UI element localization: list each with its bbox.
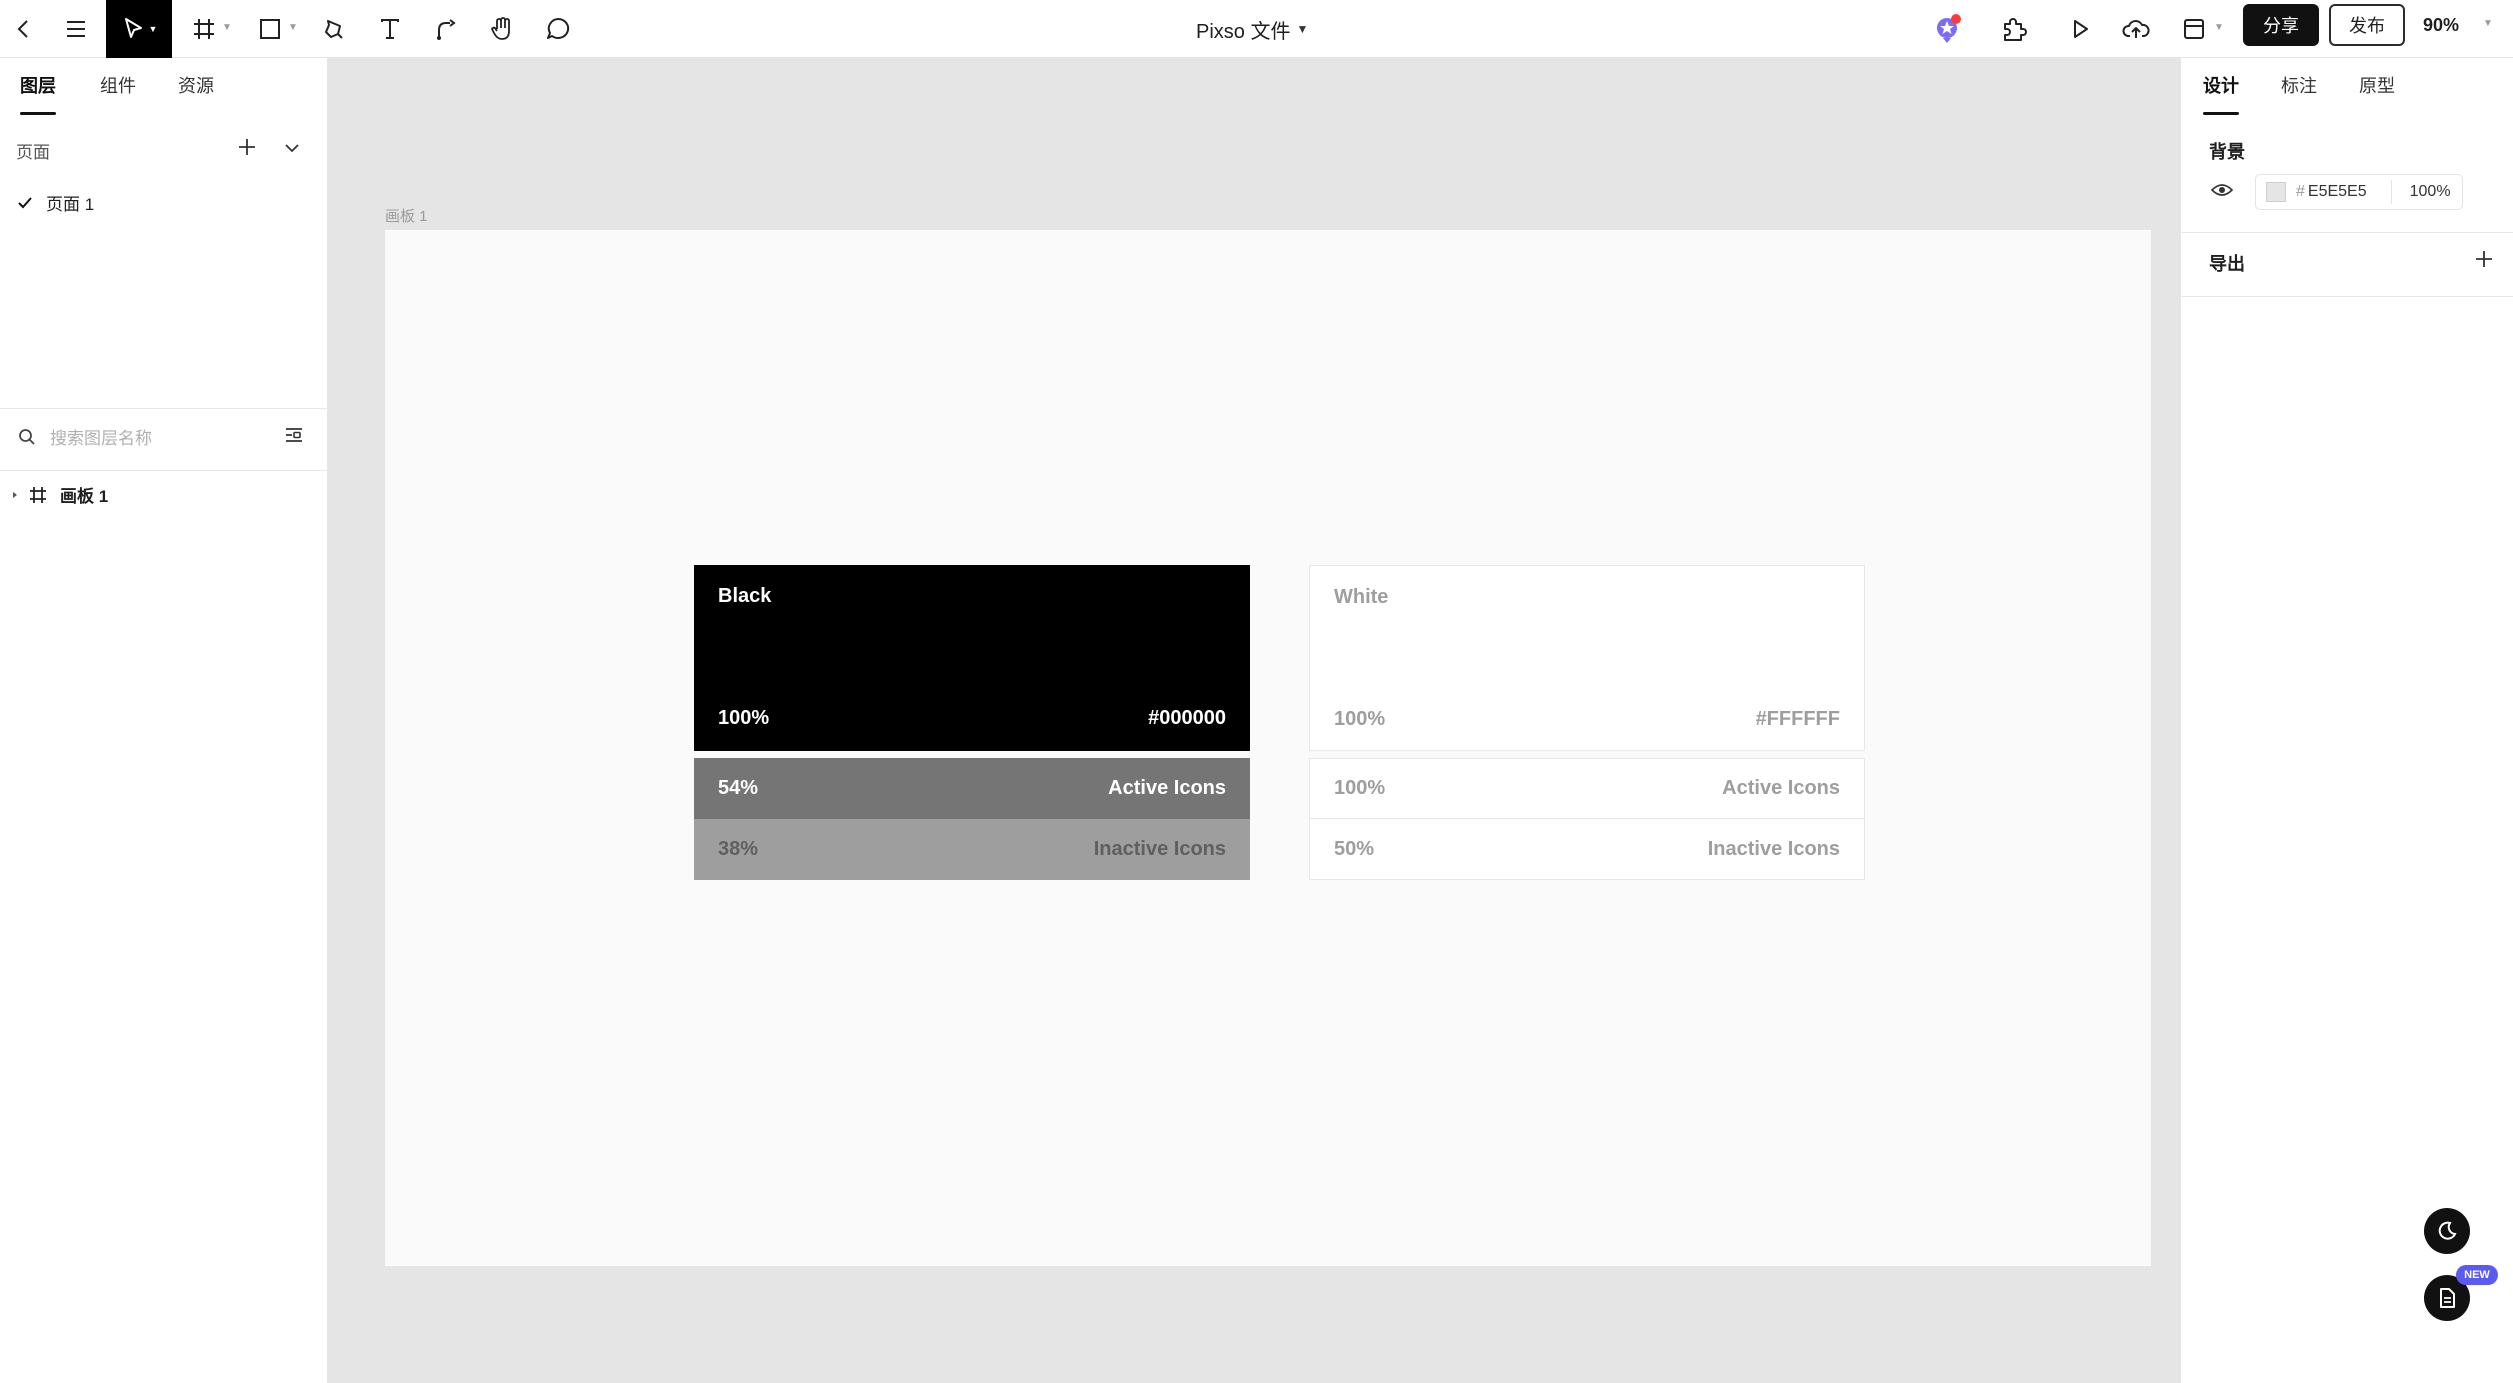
move-tool-icon bbox=[124, 18, 142, 38]
swatch-title: White bbox=[1334, 586, 1389, 608]
row-percent: 54% bbox=[718, 777, 759, 799]
white-color-card[interactable]: White 100% #FFFFFF 100% Active Icons 50%… bbox=[1309, 565, 1865, 915]
tab-layers[interactable]: 图层 bbox=[20, 72, 56, 98]
pages-section-title: 页面 bbox=[16, 143, 50, 162]
layer-item-frame[interactable]: 画板 1 bbox=[10, 482, 108, 507]
search-input[interactable]: 搜索图层名称 bbox=[50, 424, 152, 449]
layers-panel: 图层 组件 资源 页面 页面 1 搜索图层名称 画板 1 bbox=[0, 58, 328, 1383]
new-badge: NEW bbox=[2456, 1265, 2498, 1285]
black-inactive-row: 38% Inactive Icons bbox=[694, 819, 1250, 880]
row-label: Inactive Icons bbox=[1093, 838, 1226, 860]
theme-toggle-button[interactable] bbox=[2424, 1208, 2470, 1254]
text-tool-icon[interactable] bbox=[372, 0, 408, 58]
active-tab-indicator bbox=[20, 112, 56, 115]
add-page-icon[interactable] bbox=[236, 136, 258, 163]
black-swatch: Black 100% #000000 bbox=[694, 565, 1250, 751]
hand-tool-icon[interactable] bbox=[484, 0, 520, 58]
community-award-icon[interactable] bbox=[1928, 0, 1968, 58]
frame-tool-icon[interactable] bbox=[186, 0, 222, 58]
zoom-level[interactable]: 90% bbox=[2423, 0, 2459, 50]
shape-tool-icon[interactable] bbox=[252, 0, 288, 58]
move-tool-button[interactable]: ▼ bbox=[106, 0, 172, 58]
divider bbox=[0, 470, 327, 471]
artboard[interactable]: Black 100% #000000 54% Active Icons 38% … bbox=[385, 230, 2151, 1266]
menu-icon[interactable] bbox=[58, 0, 94, 58]
frame-icon bbox=[30, 486, 46, 503]
divider bbox=[2181, 296, 2513, 297]
document-title-caret: ▼ bbox=[1296, 22, 1309, 36]
row-percent: 50% bbox=[1334, 837, 1375, 860]
search-icon bbox=[19, 428, 35, 445]
background-hex-input[interactable]: E5E5E5 bbox=[2308, 183, 2367, 201]
frame-label[interactable]: 画板 1 bbox=[385, 205, 428, 226]
connector-tool-icon[interactable] bbox=[428, 0, 464, 58]
cloud-upload-icon[interactable] bbox=[2118, 0, 2154, 58]
back-icon[interactable] bbox=[6, 0, 42, 58]
page-list-item[interactable]: 页面 1 bbox=[16, 190, 94, 215]
layout-panel-caret[interactable]: ▼ bbox=[2214, 22, 2224, 33]
zoom-caret[interactable]: ▼ bbox=[2483, 18, 2493, 29]
layout-panel-icon[interactable] bbox=[2176, 0, 2212, 58]
hex-prefix: # bbox=[2296, 183, 2305, 200]
collapse-pages-chevron-icon[interactable] bbox=[282, 138, 302, 163]
page-label: 页面 1 bbox=[46, 195, 95, 214]
tab-components[interactable]: 组件 bbox=[100, 72, 136, 98]
swatch-title: Black bbox=[718, 585, 772, 607]
black-color-card[interactable]: Black 100% #000000 54% Active Icons 38% … bbox=[694, 565, 1250, 915]
layer-filter-icon[interactable] bbox=[284, 426, 304, 449]
row-percent: 100% bbox=[1334, 777, 1386, 799]
divider bbox=[2181, 232, 2513, 233]
design-panel: 设计 标注 原型 背景 # E5E5E5 100% 导出 bbox=[2180, 58, 2513, 1383]
visibility-eye-icon[interactable] bbox=[2210, 182, 2234, 203]
row-label: Inactive Icons bbox=[1707, 837, 1840, 860]
layer-label: 画板 1 bbox=[60, 487, 109, 506]
pen-tool-icon[interactable] bbox=[316, 0, 352, 58]
white-inactive-row: 50% Inactive Icons bbox=[1309, 818, 1865, 880]
row-label: Active Icons bbox=[1108, 777, 1226, 799]
swatch-opacity: 100% bbox=[1334, 708, 1386, 730]
move-tool-caret: ▼ bbox=[148, 24, 158, 34]
document-title-text: Pixso 文件 bbox=[1196, 20, 1291, 43]
shape-tool-caret[interactable]: ▼ bbox=[288, 22, 298, 33]
comment-tool-icon[interactable] bbox=[540, 0, 576, 58]
frame-tool-caret[interactable]: ▼ bbox=[222, 22, 232, 33]
background-section-title: 背景 bbox=[2209, 142, 2245, 162]
swatch-opacity: 100% bbox=[718, 707, 770, 729]
document-title[interactable]: Pixso 文件 ▼ bbox=[1196, 0, 1308, 58]
plugin-icon[interactable] bbox=[1994, 0, 2034, 58]
black-active-row: 54% Active Icons bbox=[694, 758, 1250, 819]
expand-triangle-icon[interactable] bbox=[10, 490, 20, 500]
tab-prototype[interactable]: 原型 bbox=[2359, 72, 2395, 98]
background-opacity-input[interactable]: 100% bbox=[2410, 183, 2451, 201]
check-icon bbox=[18, 196, 32, 208]
share-button[interactable]: 分享 bbox=[2243, 4, 2319, 46]
tab-annotate[interactable]: 标注 bbox=[2281, 72, 2317, 98]
play-icon[interactable] bbox=[2062, 0, 2098, 58]
top-toolbar: ▼ ▼ ▼ Pixso 文件 ▼ ▼ 分享 发布 90% ▼ bbox=[0, 0, 2513, 58]
row-label: Active Icons bbox=[1722, 777, 1840, 799]
tab-assets[interactable]: 资源 bbox=[178, 72, 214, 98]
background-color-field[interactable]: # E5E5E5 100% bbox=[2255, 174, 2463, 210]
active-tab-indicator bbox=[2203, 112, 2239, 115]
row-percent: 38% bbox=[718, 838, 759, 860]
layer-search[interactable]: 搜索图层名称 bbox=[18, 424, 152, 449]
tab-design[interactable]: 设计 bbox=[2203, 72, 2239, 98]
white-active-row: 100% Active Icons bbox=[1309, 758, 1865, 819]
publish-button[interactable]: 发布 bbox=[2329, 4, 2405, 46]
swatch-hex: #000000 bbox=[1148, 707, 1226, 729]
field-separator bbox=[2390, 180, 2392, 204]
export-section-title: 导出 bbox=[2209, 254, 2245, 274]
white-swatch: White 100% #FFFFFF bbox=[1309, 565, 1865, 751]
divider bbox=[0, 408, 327, 409]
moon-icon bbox=[2438, 1221, 2457, 1240]
background-color-swatch[interactable] bbox=[2266, 182, 2286, 202]
document-icon bbox=[2440, 1288, 2455, 1308]
swatch-hex: #FFFFFF bbox=[1755, 708, 1840, 730]
add-export-icon[interactable] bbox=[2473, 248, 2495, 275]
